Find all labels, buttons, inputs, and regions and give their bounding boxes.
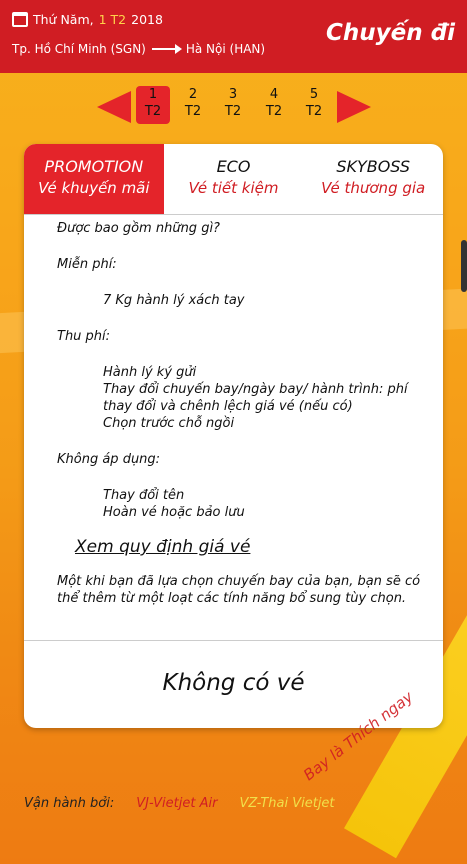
tab-subtitle: Vé khuyến mãi xyxy=(38,179,150,197)
day-option-5[interactable]: 5 T2 xyxy=(297,86,331,124)
day-month: T2 xyxy=(184,104,202,119)
arrow-right-icon xyxy=(151,44,182,54)
airline-vietjet-air: VJ-Vietjet Air xyxy=(136,796,218,811)
tab-subtitle: Vé thương gia xyxy=(321,179,426,197)
included-heading: Được bao gồm những gì? xyxy=(57,221,220,236)
free-item: 7 Kg hành lý xách tay xyxy=(103,293,245,308)
not-applicable-item: Thay đổi tên xyxy=(103,488,185,503)
day-option-4[interactable]: 4 T2 xyxy=(257,86,291,124)
fee-item: Chọn trước chỗ ngồi xyxy=(103,416,235,431)
date-day: 1 T2 xyxy=(98,12,127,27)
day-number: 1 xyxy=(148,87,158,102)
fare-card: PROMOTION Vé khuyến mãi ECO Vé tiết kiệm… xyxy=(24,144,443,728)
tab-promotion[interactable]: PROMOTION Vé khuyến mãi xyxy=(24,144,164,214)
day-option-1[interactable]: 1 T2 xyxy=(136,86,170,124)
prev-day-icon[interactable] xyxy=(97,91,131,123)
day-navigator: 1 T2 2 T2 3 T2 4 T2 5 T2 xyxy=(0,86,467,128)
operated-by-label: Vận hành bởi: xyxy=(24,796,115,811)
fare-details: Được bao gồm những gì? Miễn phí: 7 Kg hà… xyxy=(57,220,427,607)
route: Tp. Hồ Chí Minh (SGN) Hà Nội (HAN) xyxy=(12,42,265,56)
day-option-2[interactable]: 2 T2 xyxy=(176,86,210,124)
day-month: T2 xyxy=(144,104,162,119)
tab-eco[interactable]: ECO Vé tiết kiệm xyxy=(164,144,304,214)
fare-rules-link[interactable]: Xem quy định giá vé xyxy=(57,539,427,556)
fare-tabs: PROMOTION Vé khuyến mãi ECO Vé tiết kiệm… xyxy=(24,144,443,215)
day-month: T2 xyxy=(305,104,323,119)
date-year: 2018 xyxy=(131,12,163,27)
page-title: Chuyến đi xyxy=(326,20,455,46)
calendar-icon xyxy=(12,12,28,27)
day-number: 2 xyxy=(188,87,198,102)
not-applicable-heading: Không áp dụng: xyxy=(57,452,161,467)
tab-skyboss[interactable]: SKYBOSS Vé thương gia xyxy=(303,144,443,214)
fee-heading: Thu phí: xyxy=(57,329,111,344)
day-month: T2 xyxy=(224,104,242,119)
day-number: 3 xyxy=(228,87,238,102)
tab-subtitle: Vé tiết kiệm xyxy=(188,179,279,197)
header-bar: Thứ Năm, 1 T2 2018 Tp. Hồ Chí Minh (SGN)… xyxy=(0,0,467,73)
date-weekday: Thứ Năm, xyxy=(33,12,94,27)
route-destination: Hà Nội (HAN) xyxy=(185,42,266,56)
tab-title: PROMOTION xyxy=(44,157,144,176)
fee-item: Hành lý ký gửi xyxy=(103,365,197,380)
flight-date: Thứ Năm, 1 T2 2018 xyxy=(12,12,163,27)
free-heading: Miễn phí: xyxy=(57,257,117,272)
addons-note: Một khi bạn đã lựa chọn chuyến bay của b… xyxy=(57,574,421,606)
not-applicable-item: Hoàn vé hoặc bảo lưu xyxy=(103,505,245,520)
fee-item: Thay đổi chuyến bay/ngày bay/ hành trình… xyxy=(103,382,408,414)
day-number: 5 xyxy=(309,87,319,102)
divider xyxy=(24,640,443,641)
day-month: T2 xyxy=(265,104,283,119)
route-origin: Tp. Hồ Chí Minh (SGN) xyxy=(12,42,146,56)
day-option-3[interactable]: 3 T2 xyxy=(216,86,250,124)
tab-title: SKYBOSS xyxy=(336,157,411,176)
no-ticket-label: Không có vé xyxy=(162,670,305,696)
operated-by: Vận hành bởi: VJ-Vietjet Air VZ-Thai Vie… xyxy=(24,796,335,811)
scrollbar-thumb[interactable] xyxy=(461,240,467,292)
tab-title: ECO xyxy=(216,157,251,176)
airline-thai-vietjet: VZ-Thai Vietjet xyxy=(239,796,335,811)
day-number: 4 xyxy=(269,87,279,102)
next-day-icon[interactable] xyxy=(337,91,371,123)
